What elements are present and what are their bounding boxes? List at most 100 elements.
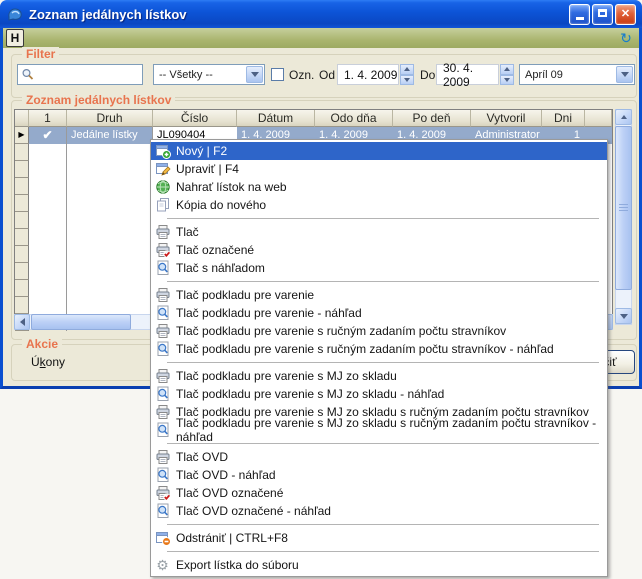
date-from-field[interactable]: 1. 4. 2009: [337, 64, 399, 85]
chevron-down-icon[interactable]: [246, 66, 263, 83]
menu-separator: [167, 551, 599, 552]
column-header[interactable]: [585, 110, 612, 127]
help-button[interactable]: H: [6, 29, 24, 47]
context-menu-item[interactable]: Tlač podkladu pre varenie s ručným zadan…: [151, 340, 607, 358]
horizontal-scroll-thumb[interactable]: [31, 314, 131, 330]
column-header[interactable]: Dni: [542, 110, 585, 127]
context-menu-item[interactable]: Nový | F2: [151, 142, 607, 160]
menu-item-label: Odstrániť | CTRL+F8: [176, 531, 288, 545]
context-menu-item[interactable]: Upraviť | F4: [151, 160, 607, 178]
close-button[interactable]: ✕: [615, 4, 636, 25]
context-menu-item[interactable]: Tlač podkladu pre varenie s MJ zo skladu…: [151, 385, 607, 403]
column-header[interactable]: 1: [29, 110, 67, 127]
scroll-down-icon[interactable]: [615, 308, 632, 324]
menu-item-label: Tlač podkladu pre varenie s ručným zadan…: [176, 324, 506, 338]
spin-down-icon[interactable]: [500, 75, 514, 86]
minimize-button[interactable]: [569, 4, 590, 25]
row-selector-icon[interactable]: ▶: [15, 127, 29, 144]
list-legend: Zoznam jedálnych lístkov: [22, 93, 175, 107]
ozn-checkbox[interactable]: [271, 68, 284, 81]
scroll-up-icon[interactable]: [615, 109, 632, 125]
context-menu-item[interactable]: Tlač podkladu pre varenie s MJ zo skladu…: [151, 421, 607, 439]
context-menu-item[interactable]: Kópia do nového: [151, 196, 607, 214]
ozn-label: Ozn.: [289, 68, 314, 82]
spin-down-icon[interactable]: [400, 75, 414, 86]
column-header[interactable]: Odo dňa: [315, 110, 393, 127]
context-menu-item[interactable]: Tlač OVD: [151, 448, 607, 466]
menu-item-label: Nový | F2: [176, 144, 227, 158]
row-selector-cell: [15, 178, 29, 195]
cell-empty: [67, 212, 153, 229]
context-menu-item[interactable]: Tlač OVD označené: [151, 484, 607, 502]
menu-item-label: Nahrať lístok na web: [176, 180, 287, 194]
chevron-down-icon[interactable]: [616, 66, 633, 83]
cell-empty: [29, 246, 67, 263]
cell-empty: [67, 297, 153, 314]
ukony-menu-button[interactable]: Úkony: [31, 355, 65, 369]
menu-item-label: Tlač: [176, 225, 199, 239]
context-menu-item[interactable]: Odstrániť | CTRL+F8: [151, 529, 607, 547]
date-to-field[interactable]: 30. 4. 2009: [436, 64, 499, 85]
toolbar: H ↻: [3, 28, 639, 48]
context-menu-item[interactable]: Nahrať lístok na web: [151, 178, 607, 196]
context-menu-item[interactable]: Tlač podkladu pre varenie - náhľad: [151, 304, 607, 322]
vertical-scroll-thumb[interactable]: [615, 126, 632, 290]
menu-item-label: Upraviť | F4: [176, 162, 239, 176]
context-menu-item[interactable]: Tlač: [151, 223, 607, 241]
date-from-spinner[interactable]: [400, 64, 414, 85]
edit-icon: [154, 161, 171, 177]
type-filter-combo[interactable]: -- Všetky --: [153, 64, 265, 85]
context-menu-item[interactable]: Tlač OVD označené - náhľad: [151, 502, 607, 520]
scroll-left-icon[interactable]: [14, 314, 30, 330]
column-header[interactable]: Číslo: [153, 110, 237, 127]
row-selector-cell: [15, 280, 29, 297]
row-selector-cell: [15, 297, 29, 314]
context-menu-item[interactable]: Tlač OVD - náhľad: [151, 466, 607, 484]
context-menu-item[interactable]: Tlač podkladu pre varenie s MJ zo skladu: [151, 367, 607, 385]
cell-empty: [29, 297, 67, 314]
month-combo[interactable]: Apríl 09: [519, 64, 635, 85]
month-combo-value: Apríl 09: [525, 69, 563, 81]
print-preview-icon: [154, 422, 171, 438]
screen: Zoznam jedálnych lístkov ✕ H ↻ Filter --…: [0, 0, 642, 579]
cell-empty: [29, 144, 67, 161]
printer-icon: [154, 449, 171, 465]
menu-item-label: Tlač podkladu pre varenie: [176, 288, 314, 302]
column-header[interactable]: Dátum: [237, 110, 315, 127]
context-menu-item[interactable]: Tlač podkladu pre varenie s ručným zadan…: [151, 322, 607, 340]
menu-item-label: Tlač podkladu pre varenie - náhľad: [176, 306, 362, 320]
to-label: Do: [420, 68, 435, 82]
column-header[interactable]: [15, 110, 29, 127]
window-title: Zoznam jedálnych lístkov: [29, 7, 187, 22]
menu-item-label: Tlač OVD označené: [176, 486, 283, 500]
context-menu: Nový | F2 Upraviť | F4 Nahrať lístok na we…: [150, 139, 608, 577]
app-icon: [6, 5, 24, 23]
print-preview-icon: [154, 341, 171, 357]
column-header[interactable]: Vytvoril: [471, 110, 542, 127]
printer-icon: [154, 404, 171, 420]
menu-separator: [167, 524, 599, 525]
spin-up-icon[interactable]: [400, 64, 414, 75]
search-input[interactable]: [17, 64, 143, 85]
print-preview-icon: [154, 260, 171, 276]
column-header[interactable]: Po deň: [393, 110, 471, 127]
printer-icon: [154, 224, 171, 240]
checked-icon[interactable]: ✔: [29, 127, 67, 144]
menu-item-label: Kópia do nového: [176, 198, 266, 212]
spin-up-icon[interactable]: [500, 64, 514, 75]
column-header[interactable]: Druh: [67, 110, 153, 127]
context-menu-item[interactable]: Tlač s náhľadom: [151, 259, 607, 277]
cell-empty: [67, 161, 153, 178]
menu-item-label: Tlač OVD: [176, 450, 228, 464]
row-selector-cell: [15, 263, 29, 280]
context-menu-item[interactable]: ⚙Export lístka do súboru: [151, 556, 607, 574]
refresh-icon[interactable]: ↻: [617, 29, 635, 47]
title-bar: Zoznam jedálnych lístkov ✕: [0, 0, 642, 28]
cell-druh[interactable]: Jedálne lístky: [67, 127, 153, 144]
upload-web-icon: [154, 179, 171, 195]
maximize-button[interactable]: [592, 4, 613, 25]
context-menu-item[interactable]: Tlač označené: [151, 241, 607, 259]
date-to-spinner[interactable]: [500, 64, 514, 85]
menu-separator: [167, 218, 599, 219]
context-menu-item[interactable]: Tlač podkladu pre varenie: [151, 286, 607, 304]
